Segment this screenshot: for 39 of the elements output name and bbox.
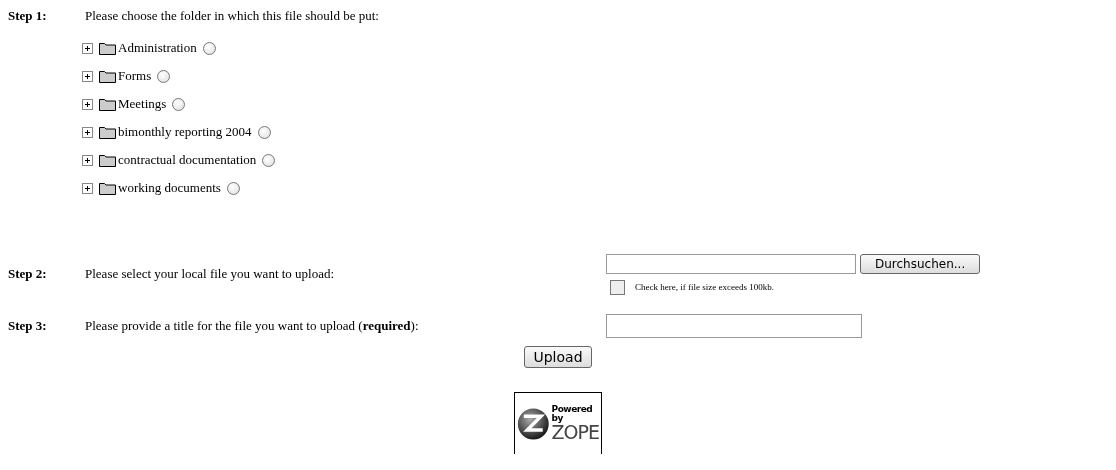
instruction-text: Please choose the folder in which this file should be put:	[85, 8, 380, 24]
step-label: Step 2:	[8, 266, 48, 282]
folder-name[interactable]: bimonthly reporting 2004	[118, 124, 252, 140]
size-checkbox[interactable]	[610, 279, 625, 295]
instruction-text: Please provide a title for the file you want to upload (required):	[85, 318, 420, 334]
folder-icon	[99, 41, 116, 55]
logo-caption: Powered by	[551, 405, 594, 423]
folder-name[interactable]: Forms	[118, 68, 152, 84]
step-label: Step 1:	[8, 8, 48, 24]
logo-wordmark: ZOPE	[551, 423, 599, 442]
step-label: Step 3:	[8, 318, 48, 334]
folder-name[interactable]: working documents	[118, 180, 221, 196]
expand-toggle-icon[interactable]	[82, 98, 93, 110]
checkbox-label: Check here, if file size exceeds 100kb.	[635, 282, 774, 292]
folder-name[interactable]: Administration	[118, 40, 197, 56]
folder-icon	[99, 181, 116, 195]
zope-logo[interactable]: Powered by ZOPE	[514, 392, 602, 454]
folder-name[interactable]: contractual documentation	[118, 152, 257, 168]
expand-toggle-icon[interactable]	[82, 42, 93, 54]
folder-icon	[99, 125, 116, 139]
folder-radio[interactable]	[226, 181, 240, 195]
expand-toggle-icon[interactable]	[82, 182, 93, 194]
expand-toggle-icon[interactable]	[82, 154, 93, 166]
folder-radio[interactable]	[202, 41, 216, 55]
folder-name[interactable]: Meetings	[118, 96, 167, 112]
folder-radio[interactable]	[257, 125, 271, 139]
upload-button[interactable]: Upload	[524, 346, 592, 368]
folder-icon	[99, 69, 116, 83]
folder-radio[interactable]	[172, 97, 186, 111]
file-path-field[interactable]	[606, 253, 856, 274]
browse-button[interactable]: Durchsuchen...	[860, 253, 981, 274]
folder-icon	[99, 153, 116, 167]
folder-icon	[99, 97, 116, 111]
instruction-text: Please select your local file you want to upload:	[85, 266, 336, 282]
expand-toggle-icon[interactable]	[82, 70, 93, 82]
expand-toggle-icon[interactable]	[82, 126, 93, 138]
folder-radio[interactable]	[262, 153, 276, 167]
folder-radio[interactable]	[157, 69, 171, 83]
title-field[interactable]	[606, 314, 862, 338]
